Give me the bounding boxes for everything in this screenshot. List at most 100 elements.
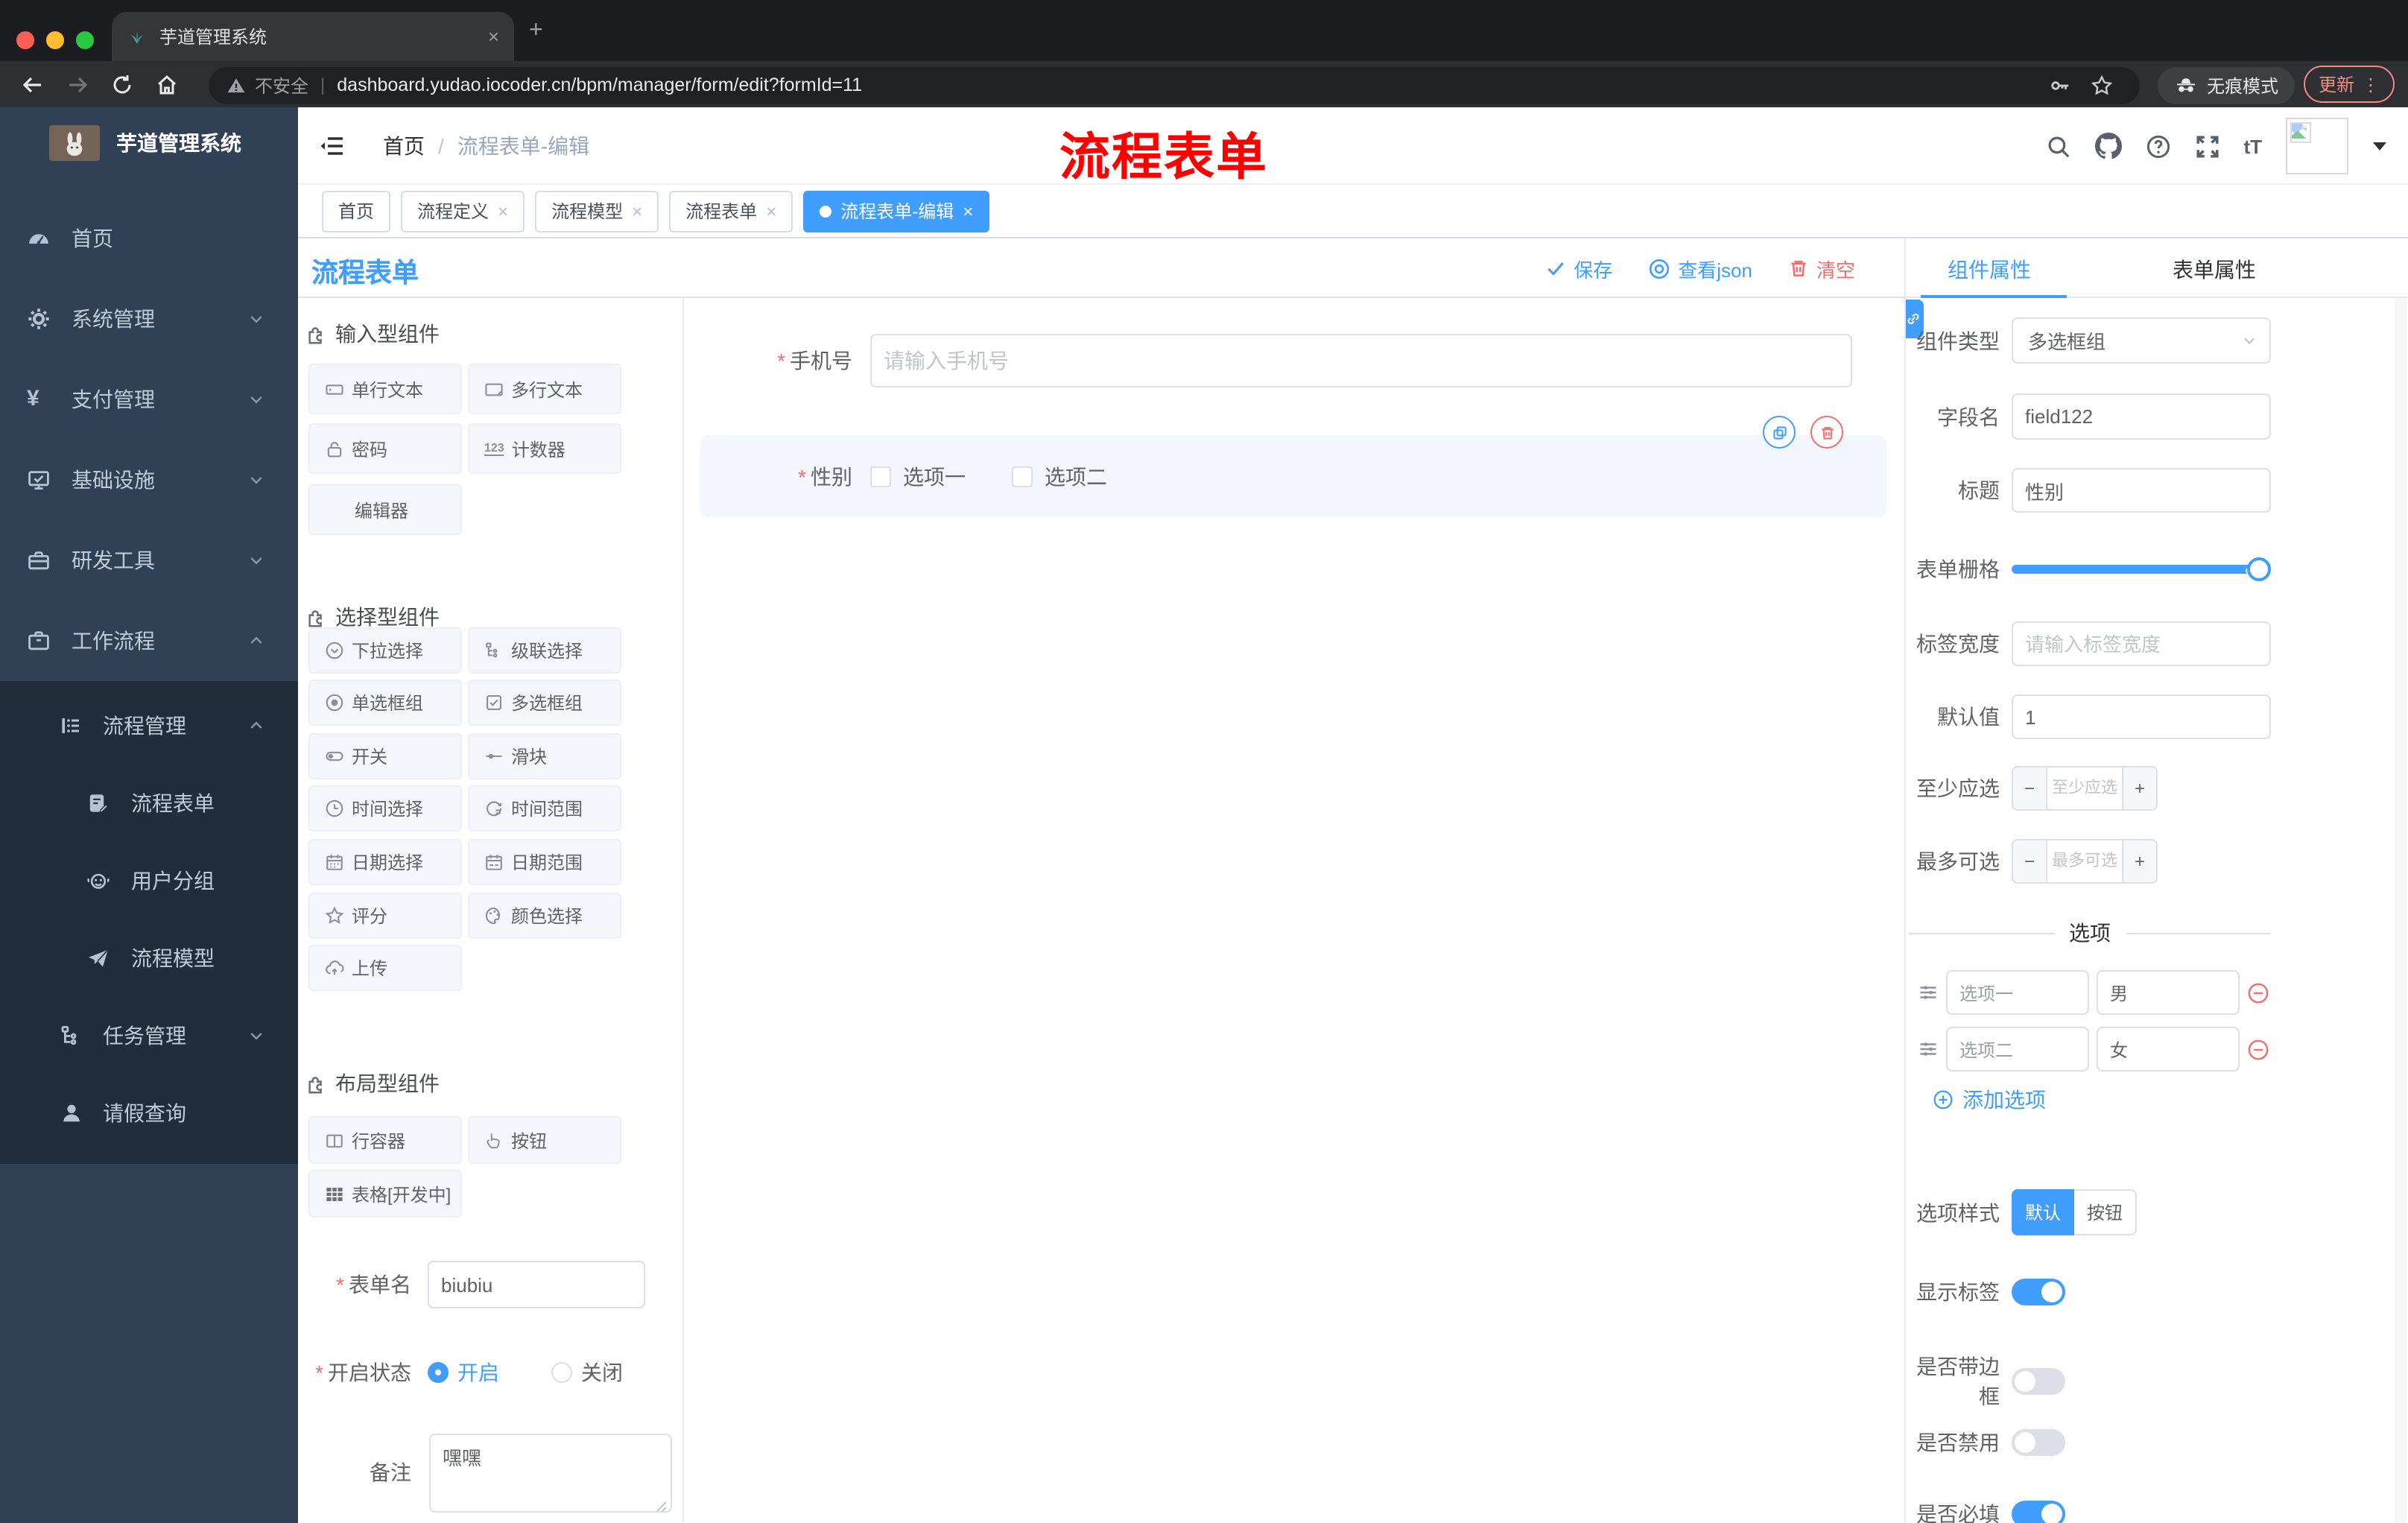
required-toggle[interactable] bbox=[2012, 1501, 2065, 1523]
drag-handle-icon[interactable] bbox=[1918, 1039, 1939, 1060]
show-label-toggle[interactable] bbox=[2012, 1279, 2065, 1305]
sidebar-item-payment[interactable]: 支付管理 bbox=[0, 359, 298, 440]
sidebar-item-workflow[interactable]: 工作流程 bbox=[0, 601, 298, 681]
style-default-button[interactable]: 默认 bbox=[2012, 1189, 2074, 1235]
home-icon[interactable] bbox=[155, 72, 179, 96]
gender-option2-checkbox[interactable] bbox=[1012, 466, 1033, 487]
sidebar-item-infra[interactable]: 基础设施 bbox=[0, 440, 298, 520]
macos-zoom-button[interactable] bbox=[76, 31, 94, 49]
sidebar-item-process-form[interactable]: 流程表单 bbox=[0, 764, 298, 842]
update-button[interactable]: 更新 bbox=[2304, 66, 2395, 103]
save-button[interactable]: 保存 bbox=[1545, 254, 1612, 282]
breadcrumb-home[interactable]: 首页 bbox=[383, 131, 425, 161]
canvas-field-gender-selected[interactable]: * 性别 选项一 选项二 bbox=[700, 435, 1886, 517]
resize-handle-icon[interactable] bbox=[656, 1501, 668, 1513]
gender-option1-label[interactable]: 选项一 bbox=[903, 461, 966, 491]
status-off-radio[interactable] bbox=[551, 1362, 572, 1383]
add-option-button[interactable]: 添加选项 bbox=[1933, 1085, 2046, 1115]
macos-close-button[interactable] bbox=[16, 31, 34, 49]
collapse-menu-icon[interactable] bbox=[319, 134, 346, 158]
sidebar-item-process-model[interactable]: 流程模型 bbox=[0, 919, 298, 997]
new-tab-button[interactable] bbox=[529, 19, 543, 43]
tab-close-icon[interactable] bbox=[488, 27, 499, 46]
field-name-input[interactable] bbox=[2012, 393, 2271, 440]
gender-option2-label[interactable]: 选项二 bbox=[1045, 461, 1107, 491]
remove-option-button[interactable] bbox=[2247, 981, 2269, 1004]
palette-item-multi-text[interactable]: 多行文本 bbox=[468, 364, 621, 414]
sidebar-item-system[interactable]: 系统管理 bbox=[0, 279, 298, 359]
option2-name-input[interactable] bbox=[1946, 1027, 2089, 1071]
title-input[interactable] bbox=[2012, 468, 2271, 513]
sidebar-item-task-mgmt[interactable]: 任务管理 bbox=[0, 997, 298, 1074]
increment-button[interactable] bbox=[2122, 840, 2156, 882]
back-icon[interactable] bbox=[21, 72, 45, 96]
palette-item-upload[interactable]: 上传 bbox=[308, 945, 462, 991]
status-on-radio[interactable] bbox=[428, 1362, 449, 1383]
tag-close-icon[interactable] bbox=[963, 200, 973, 221]
view-json-button[interactable]: 查看json bbox=[1648, 254, 1752, 282]
palette-item-row-container[interactable]: 行容器 bbox=[308, 1116, 462, 1164]
url-bar[interactable]: 不安全 dashboard.yudao.iocoder.cn/bpm/manag… bbox=[209, 66, 2140, 104]
inspector-scrollbar[interactable] bbox=[2395, 298, 2407, 1523]
status-on-label[interactable]: 开启 bbox=[457, 1358, 499, 1387]
remove-option-button[interactable] bbox=[2247, 1038, 2269, 1060]
macos-minimize-button[interactable] bbox=[46, 31, 64, 49]
palette-item-rate[interactable]: 评分 bbox=[308, 893, 462, 939]
min-select-input[interactable] bbox=[2047, 767, 2122, 809]
avatar[interactable] bbox=[2286, 118, 2348, 174]
forward-icon[interactable] bbox=[66, 72, 89, 96]
tag-process-model[interactable]: 流程模型 bbox=[535, 190, 659, 232]
palette-item-counter[interactable]: 计数器 bbox=[468, 423, 621, 474]
palette-item-time-range[interactable]: 时间范围 bbox=[468, 785, 621, 832]
tag-close-icon[interactable] bbox=[766, 200, 776, 221]
status-off-label[interactable]: 关闭 bbox=[581, 1358, 623, 1387]
palette-item-date-range[interactable]: 日期范围 bbox=[468, 839, 621, 885]
bordered-toggle[interactable] bbox=[2012, 1368, 2065, 1395]
palette-item-slider[interactable]: 滑块 bbox=[468, 733, 621, 779]
slider-handle[interactable] bbox=[2247, 557, 2271, 581]
max-select-input[interactable] bbox=[2047, 840, 2122, 882]
clear-button[interactable]: 清空 bbox=[1788, 254, 1855, 282]
palette-item-time-picker[interactable]: 时间选择 bbox=[308, 785, 462, 832]
password-key-icon[interactable] bbox=[2049, 74, 2071, 96]
option2-value-input[interactable] bbox=[2097, 1027, 2240, 1071]
slider-track[interactable] bbox=[2012, 565, 2271, 574]
sidebar-item-devtools[interactable]: 研发工具 bbox=[0, 520, 298, 601]
palette-item-select[interactable]: 下拉选择 bbox=[308, 627, 462, 674]
component-type-select[interactable]: 多选框组 bbox=[2012, 317, 2271, 364]
tab-form-props[interactable]: 表单属性 bbox=[2173, 255, 2256, 285]
palette-item-date-picker[interactable]: 日期选择 bbox=[308, 839, 462, 885]
drag-handle-icon[interactable] bbox=[1918, 982, 1939, 1003]
tag-process-form-edit[interactable]: 流程表单-编辑 bbox=[803, 190, 990, 232]
tag-close-icon[interactable] bbox=[632, 200, 642, 221]
palette-item-password[interactable]: 密码 bbox=[308, 423, 462, 474]
label-width-input[interactable] bbox=[2012, 621, 2271, 666]
browser-menu-icon[interactable] bbox=[2362, 74, 2380, 95]
sidebar-item-process-mgmt[interactable]: 流程管理 bbox=[0, 687, 298, 764]
increment-button[interactable] bbox=[2122, 767, 2156, 809]
decrement-button[interactable] bbox=[2013, 840, 2047, 882]
search-icon[interactable] bbox=[2045, 133, 2070, 159]
option1-name-input[interactable] bbox=[1946, 970, 2089, 1015]
gender-option1-checkbox[interactable] bbox=[870, 466, 891, 487]
sidebar-item-home[interactable]: 首页 bbox=[0, 198, 298, 279]
caret-down-icon[interactable] bbox=[2372, 140, 2387, 152]
palette-item-radio-group[interactable]: 单选框组 bbox=[308, 680, 462, 726]
palette-item-button[interactable]: 按钮 bbox=[468, 1116, 621, 1164]
form-canvas[interactable]: *手机号 *性别 选项一 选项二 bbox=[684, 298, 1904, 1522]
tag-home[interactable]: 首页 bbox=[322, 190, 391, 232]
help-icon[interactable] bbox=[2145, 133, 2170, 159]
browser-tab[interactable]: 芋道管理系统 bbox=[112, 12, 514, 61]
decrement-button[interactable] bbox=[2013, 767, 2047, 809]
style-button-button[interactable]: 按钮 bbox=[2074, 1189, 2137, 1235]
tag-close-icon[interactable] bbox=[498, 200, 508, 221]
palette-item-cascader[interactable]: 级联选择 bbox=[468, 627, 621, 674]
phone-input[interactable] bbox=[870, 334, 1852, 387]
tag-process-form[interactable]: 流程表单 bbox=[669, 190, 793, 232]
disabled-toggle[interactable] bbox=[2012, 1429, 2065, 1456]
tab-component-props[interactable]: 组件属性 bbox=[1948, 255, 2031, 285]
copy-component-button[interactable] bbox=[1763, 416, 1796, 449]
palette-item-editor[interactable]: 编辑器 bbox=[308, 484, 462, 535]
tag-process-definition[interactable]: 流程定义 bbox=[401, 190, 525, 232]
default-value-input[interactable] bbox=[2012, 694, 2271, 739]
